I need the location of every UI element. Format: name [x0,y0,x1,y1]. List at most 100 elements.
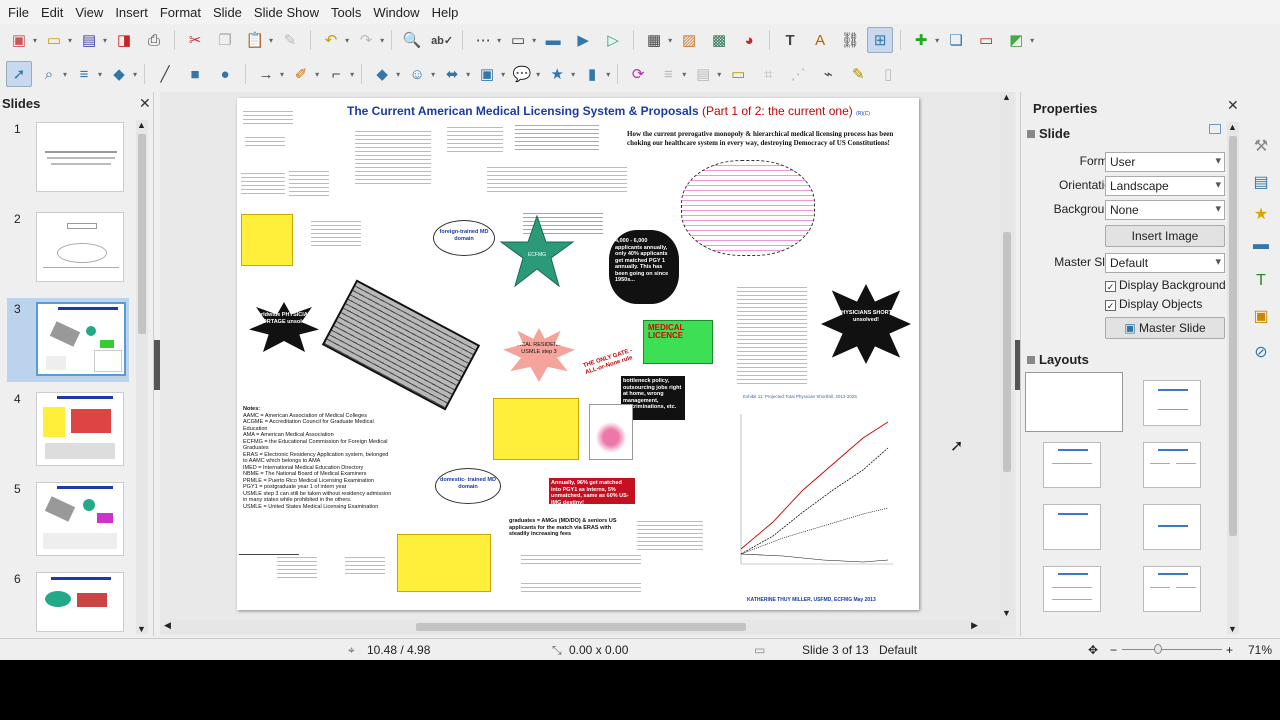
slides-pane-scrollbar[interactable]: ▲ ▼ [136,120,148,634]
layout-centered-text[interactable] [1143,504,1201,550]
slide-text-block[interactable] [345,554,385,576]
slide-canvas[interactable]: The Current American Medical Licensing S… [237,98,919,610]
notes-block[interactable]: Notes: AAMC = American Association of Me… [243,406,393,510]
medical-licence-box[interactable]: MEDICAL LICENCE [643,320,713,364]
display-background-checkbox[interactable]: ✓ Display Background [1105,278,1226,292]
arrange-icon[interactable]: ▤ [690,61,716,87]
shadow-icon[interactable]: ▭ [725,61,751,87]
slideshow-current-icon[interactable]: ▷ [600,27,626,53]
points-icon[interactable]: ⌁ [815,61,841,87]
shortfall-chart[interactable]: Exhibit 11: Projected Total Physician Sh… [723,394,913,590]
arrow-line-icon[interactable]: → [253,61,279,87]
3d-objects-icon[interactable]: ▮ [579,61,605,87]
annually-match-box[interactable]: Annually, 96% get matched into PGY1 as i… [549,478,635,506]
worldwide-shortage-burst[interactable]: Worldwide PHYSICIANS SHORTAGE unsolved! [249,302,319,352]
us-shortage-burst[interactable]: US PHYSICIANS SHORTAGE unsolved! [821,284,911,364]
editor-vertical-scrollbar[interactable]: ▲ ▼ [1000,92,1014,618]
layouts-section-header[interactable]: Layouts [1027,352,1089,367]
slide-text-block[interactable] [241,170,285,196]
rectangle-icon[interactable]: ■ [182,61,208,87]
master-slide-icon[interactable]: ▬ [540,27,566,53]
hyperlink-icon[interactable]: ⛓ [837,27,863,53]
slide-thumbnail-3[interactable]: 3 [0,302,140,384]
slide-text-block[interactable] [311,218,361,246]
menu-edit[interactable]: Edit [35,5,69,20]
slide-text-block[interactable] [243,108,293,126]
master-slide-button[interactable]: ▣ Master Slide [1105,317,1225,339]
layout-title-content-2[interactable] [1043,442,1101,488]
basic-shapes-icon[interactable]: ◆ [369,61,395,87]
save-icon[interactable]: ▤ [76,27,102,53]
crop-icon[interactable]: ⌗ [755,61,781,87]
menu-slide[interactable]: Slide [207,5,248,20]
graduates-text[interactable]: graduates = AMGs (MD/DO) & seniors US ap… [509,518,633,538]
display-views-icon[interactable]: ▭ [505,27,531,53]
zoom-in-icon[interactable]: + [1226,643,1233,657]
ecfmg-star[interactable]: ECFMG [499,214,575,288]
table-icon[interactable]: ▦ [641,27,667,53]
duplicate-slide-icon[interactable]: ❏ [943,27,969,53]
symbol-shapes-icon[interactable]: ☺ [404,61,430,87]
align-icon[interactable]: ≡ [655,61,681,87]
connector-icon[interactable]: ⌐ [323,61,349,87]
paste-icon[interactable]: 📋 [242,27,268,53]
filter-icon[interactable]: ⋰ [785,61,811,87]
foreign-md-ellipse[interactable]: foreign-trained MD domain [433,220,495,256]
domestic-md-ellipse[interactable]: domestic- trained MD domain [435,468,501,504]
slide-text-block[interactable] [637,518,703,552]
menu-tools[interactable]: Tools [325,5,367,20]
slide-text-block[interactable] [521,580,641,594]
new-slide-icon[interactable]: ✚ [908,27,934,53]
menu-file[interactable]: File [2,5,35,20]
undo-icon[interactable]: ↶ [318,27,344,53]
text-box-icon[interactable]: T [777,27,803,53]
orientation-select[interactable]: Landscape [1105,176,1225,196]
stars-icon[interactable]: ★ [544,61,570,87]
lung-image[interactable] [589,404,633,460]
callout-icon[interactable]: 💬 [509,61,535,87]
more-options-icon[interactable] [1209,124,1221,134]
zoom-fit-icon[interactable]: ✥ [1088,643,1098,657]
slide-thumbnail-2[interactable]: 2 [0,212,140,294]
gallery-icon[interactable]: ▬ [1250,236,1272,258]
animation-icon[interactable]: ⊘ [1250,342,1272,364]
styles-star-icon[interactable]: ★ [1250,204,1272,226]
start-slideshow-icon[interactable]: ▶ [570,27,596,53]
flowchart-icon[interactable]: ▣ [474,61,500,87]
residency-cost-note[interactable] [493,398,579,460]
author-line[interactable]: KATHERINE THUY MILLER, USFMD, ECFMG May … [747,597,876,604]
slide-text-block[interactable] [515,122,599,152]
properties-deck-icon[interactable]: ▤ [1250,172,1272,194]
line-icon[interactable]: ╱ [152,61,178,87]
copy-icon[interactable]: ❐ [212,27,238,53]
image-icon[interactable]: ▨ [676,27,702,53]
applicants-cloud[interactable]: 4,000 - 6,000 applicants annually, only … [609,230,679,304]
slide-text-block[interactable] [355,128,431,184]
media-icon[interactable]: ▩ [706,27,732,53]
glue-points-icon[interactable]: ✎ [845,61,871,87]
slide-yellow-note[interactable] [241,214,293,266]
slide-thumbnail-1[interactable]: 1 [0,122,140,204]
document-modified-icon[interactable]: ▭ [754,643,765,657]
only-gate-label[interactable]: THE ONLY GATE - ALL-or-None rule [582,345,643,376]
slide-headline[interactable]: How the current prerogative monopoly & h… [627,130,917,148]
redo-icon[interactable]: ↷ [353,27,379,53]
properties-scrollbar[interactable]: ▲ ▼ [1227,122,1239,634]
zoom-out-icon[interactable]: − [1110,643,1117,657]
menu-window[interactable]: Window [367,5,425,20]
layout-blank[interactable] [1025,372,1123,432]
rotated-grey-block[interactable] [321,279,481,411]
cut-icon[interactable]: ✂ [182,27,208,53]
insert-image-button[interactable]: Insert Image [1105,225,1225,247]
slide-text-block[interactable] [487,164,627,192]
tools-wrench-icon[interactable]: ⚒ [1250,136,1272,158]
find-replace-icon[interactable]: 🔍 [399,27,425,53]
slide-text-block[interactable] [245,134,285,146]
rotate-icon[interactable]: ⟳ [625,61,651,87]
slide-layout-icon[interactable]: ◩ [1003,27,1029,53]
slide-text-block[interactable] [289,168,329,196]
zoom-level[interactable]: 71% [1248,643,1272,657]
do-school-note[interactable] [397,534,491,592]
fontwork-icon[interactable]: A [807,27,833,53]
menu-slide-show[interactable]: Slide Show [248,5,325,20]
